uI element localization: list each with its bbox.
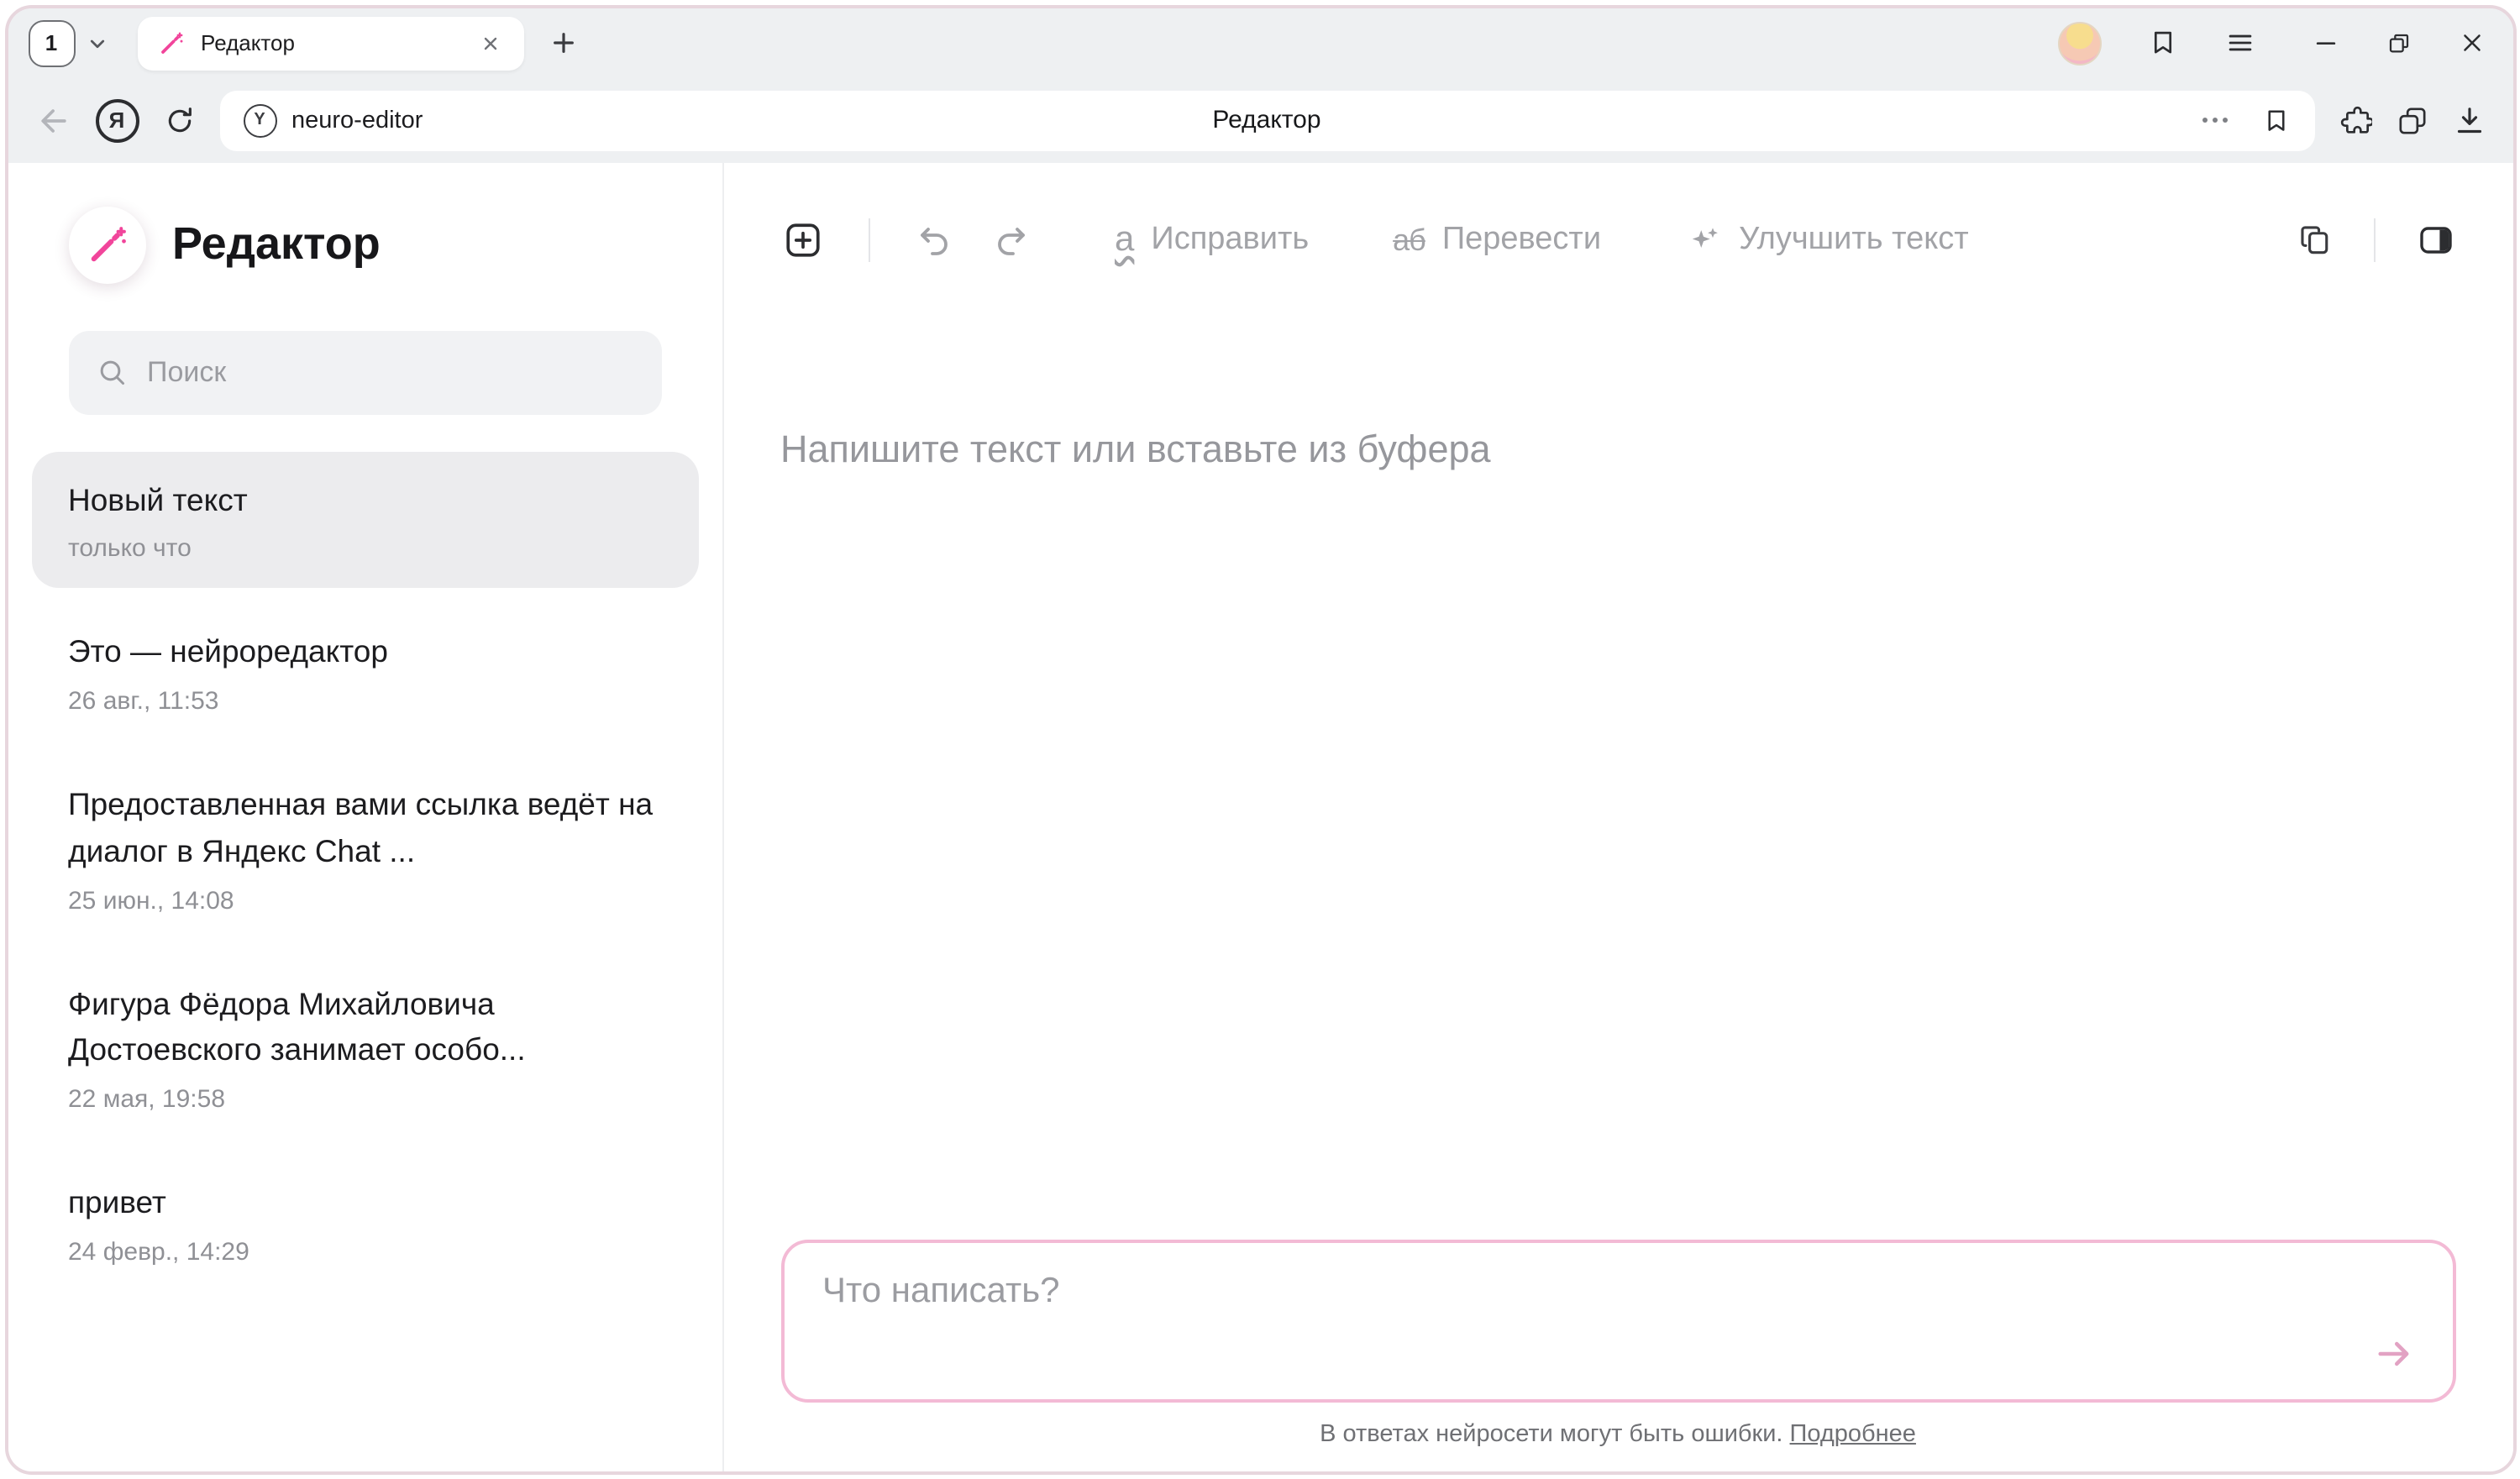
restore-button restore-icon[interactable] [2385,29,2412,56]
document-time: 25 июн., 14:08 [68,886,661,915]
improve-text-label: Улучшить текст [1739,221,1969,258]
translate-button[interactable]: аб Перевести [1393,221,1601,258]
minimize-button minimize-icon[interactable] [2311,29,2339,57]
translate-icon: аб [1393,224,1425,254]
document-time: 24 февр., 14:29 [68,1238,661,1267]
page-content: Редактор Новый текст только что Это — не… [8,162,2512,1471]
document-item[interactable]: Фигура Фёдора Михайловича Достоевского з… [31,955,698,1139]
more-icon[interactable] [2196,111,2234,129]
new-document-button new-document-icon[interactable] [780,218,824,261]
undo-button undo-icon[interactable] [913,219,953,260]
document-item[interactable]: привет 24 февр., 14:29 [31,1154,698,1292]
tab-counter-button[interactable]: 1 [28,19,75,66]
wand-icon [68,206,145,283]
fix-text-button[interactable]: а Исправить [1115,221,1309,258]
page-title: Редактор [219,106,2314,134]
document-item[interactable]: Это — нейроредактор 26 авг., 11:53 [31,604,698,742]
bookmark-panel-icon[interactable] [2146,27,2178,59]
ai-disclaimer: В ответах нейросети могут быть ошибки. П… [723,1421,2512,1448]
document-list: Новый текст только что Это — нейроредакт… [31,451,698,1292]
toolbar-divider [868,218,869,261]
document-time: 22 мая, 19:58 [68,1085,661,1114]
document-item-new-text[interactable]: Новый текст только что [31,451,698,589]
app-title: Редактор [172,218,381,270]
address-bar-actions [2196,105,2291,135]
url-text: neuro-editor [291,107,423,134]
documents-sidebar: Редактор Новый текст только что Это — не… [8,162,723,1471]
editor-pane: а Исправить аб Перевести Улучшить текст [723,162,2512,1471]
tab-title: Редактор [201,30,476,55]
browser-toolbar: Я Y neuro-editor Редактор [8,78,2512,162]
copy-button copy-icon[interactable] [2296,221,2333,258]
search-box[interactable] [68,330,661,414]
toolbar-divider [2373,218,2375,261]
search-icon [95,355,129,389]
user-avatar[interactable] [2057,21,2101,65]
tab-strip: 1 Редактор [8,8,2512,78]
extensions-button puzzle-icon[interactable] [2338,103,2371,137]
sparkles-icon [1685,221,1722,258]
send-button arrow-right-icon[interactable] [2371,1332,2415,1376]
window-controls [2311,29,2486,57]
close-button close-icon[interactable] [2457,29,2486,57]
back-button back-arrow-icon[interactable] [34,102,71,139]
refresh-button refresh-icon[interactable] [162,103,196,137]
disclaimer-link[interactable]: Подробнее [1790,1421,1916,1448]
document-time: 26 авг., 11:53 [68,687,661,716]
document-title: Новый текст [68,476,661,523]
redo-button redo-icon[interactable] [990,219,1031,260]
site-favicon: Y [243,103,276,137]
document-title: Это — нейроредактор [68,629,661,676]
document-title: Фигура Фёдора Михайловича Достоевского з… [68,980,661,1073]
fix-text-label: Исправить [1151,221,1309,258]
disclaimer-text: В ответах нейросети могут быть ошибки. [1320,1421,1782,1448]
address-bar[interactable]: Y neuro-editor Редактор [219,90,2314,150]
toolbar-right [2296,218,2455,261]
collections-icon[interactable] [2395,103,2428,137]
browser-tab-active[interactable]: Редактор [137,16,523,70]
browser-window: 1 Редактор [4,4,2516,1475]
side-panel-toggle-button panel-icon[interactable] [2415,219,2455,260]
screen: 1 Редактор [0,0,2520,1479]
search-input[interactable] [147,355,634,389]
editor-text-area[interactable]: Напишите текст или вставьте из буфера [723,276,2512,1240]
tab-favicon wand-icon [157,29,184,56]
document-item[interactable]: Предоставленная вами ссылка ведёт на диа… [31,756,698,940]
document-time: только что [68,535,661,564]
app-logo: Редактор [68,206,661,283]
downloads-button download-icon[interactable] [2452,103,2486,137]
new-tab-button plus-icon[interactable] [550,30,575,55]
spellcheck-icon: а [1115,222,1134,257]
improve-text-button[interactable]: Улучшить текст [1685,221,1969,258]
document-title: Предоставленная вами ссылка ведёт на диа… [68,781,661,874]
tab-strip-right [2057,21,2486,65]
bookmark-icon[interactable] [2260,105,2291,135]
prompt-input[interactable] [784,1243,2452,1399]
tab-close-icon[interactable] [476,29,503,56]
menu-icon[interactable] [2223,27,2255,59]
chevron-down-icon[interactable] [87,33,107,53]
tab-count-label: 1 [45,30,57,55]
document-title: привет [68,1179,661,1226]
translate-label: Перевести [1442,221,1601,258]
editor-toolbar: а Исправить аб Перевести Улучшить текст [723,202,2512,276]
prompt-box [780,1240,2455,1403]
editor-placeholder: Напишите текст или вставьте из буфера [780,427,2455,471]
yandex-search-button yandex-logo-icon[interactable]: Я [95,98,139,142]
